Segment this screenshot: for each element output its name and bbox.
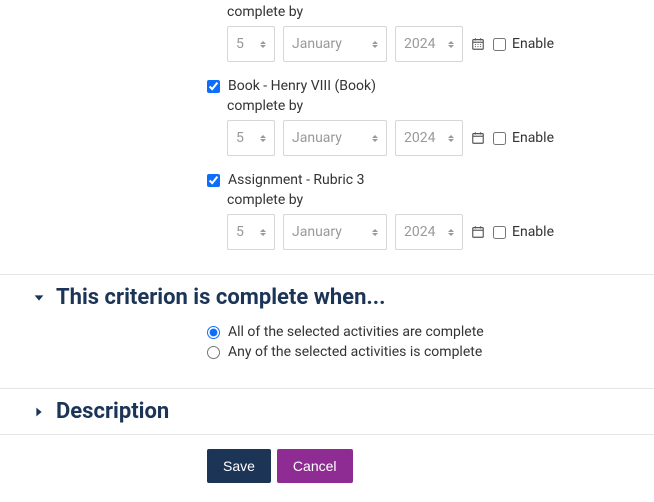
month-select[interactable]: January [283, 214, 387, 250]
day-select[interactable]: 5 [227, 26, 275, 62]
section-criterion-complete[interactable]: This criterion is complete when... [0, 274, 654, 320]
calendar-icon[interactable] [471, 225, 485, 239]
activity-item: Assignment - Rubric 3 complete by 5 Janu… [207, 172, 654, 266]
year-value: 2024 [404, 224, 435, 240]
cancel-button[interactable]: Cancel [277, 449, 353, 483]
year-value: 2024 [404, 130, 435, 146]
section-title: This criterion is complete when... [56, 285, 386, 310]
enable-checkbox[interactable] [493, 38, 506, 51]
year-select[interactable]: 2024 [395, 26, 463, 62]
enable-label: Enable [512, 36, 554, 52]
section-title: Description [56, 399, 169, 424]
activity-label: Assignment - Rubric 3 [228, 172, 364, 188]
year-select[interactable]: 2024 [395, 120, 463, 156]
sort-icon [260, 229, 266, 236]
month-value: January [292, 36, 342, 52]
criterion-all-radio[interactable] [207, 326, 220, 339]
sort-icon [260, 41, 266, 48]
enable-checkbox[interactable] [493, 132, 506, 145]
chevron-down-icon [32, 291, 46, 305]
day-value: 5 [236, 224, 244, 240]
enable-label: Enable [512, 130, 554, 146]
criterion-options: All of the selected activities are compl… [207, 320, 654, 380]
criterion-any-radio[interactable] [207, 346, 220, 359]
calendar-icon[interactable] [471, 131, 485, 145]
month-select[interactable]: January [283, 120, 387, 156]
save-button[interactable]: Save [207, 449, 271, 483]
enable-checkbox[interactable] [493, 226, 506, 239]
day-select[interactable]: 5 [227, 214, 275, 250]
activity-checkbox[interactable] [207, 80, 220, 93]
year-select[interactable]: 2024 [395, 214, 463, 250]
complete-by-label: complete by [227, 192, 654, 208]
day-select[interactable]: 5 [227, 120, 275, 156]
sort-icon [448, 41, 454, 48]
sort-icon [372, 229, 378, 236]
activity-item: Turnitin Assignments - Turnitin assignme… [207, 0, 654, 78]
calendar-icon[interactable] [471, 37, 485, 51]
chevron-right-icon [32, 405, 46, 419]
sort-icon [448, 135, 454, 142]
section-description[interactable]: Description [0, 388, 654, 435]
criterion-all-label: All of the selected activities are compl… [228, 324, 484, 340]
enable-label: Enable [512, 224, 554, 240]
sort-icon [372, 41, 378, 48]
complete-by-label: complete by [227, 98, 654, 114]
activity-checkbox[interactable] [207, 174, 220, 187]
activity-label: Book - Henry VIII (Book) [228, 78, 376, 94]
year-value: 2024 [404, 36, 435, 52]
sort-icon [372, 135, 378, 142]
day-value: 5 [236, 130, 244, 146]
criterion-any-label: Any of the selected activities is comple… [228, 344, 482, 360]
month-value: January [292, 130, 342, 146]
day-value: 5 [236, 36, 244, 52]
month-select[interactable]: January [283, 26, 387, 62]
sort-icon [448, 229, 454, 236]
month-value: January [292, 224, 342, 240]
activity-item: Book - Henry VIII (Book) complete by 5 J… [207, 78, 654, 172]
complete-by-label: complete by [227, 4, 654, 20]
button-row: Save Cancel [207, 449, 654, 483]
sort-icon [260, 135, 266, 142]
